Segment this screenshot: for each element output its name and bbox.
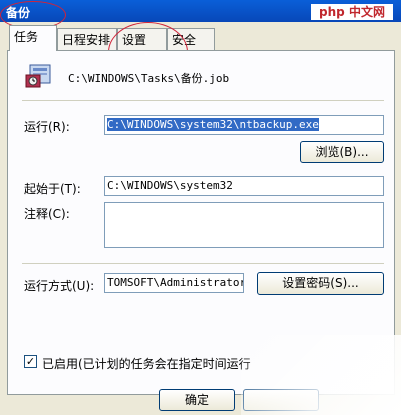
- separator-middle: [22, 263, 384, 264]
- task-file-path: C:\WINDOWS\Tasks\备份.job: [68, 72, 230, 85]
- enabled-checkbox[interactable]: ✓: [24, 355, 37, 368]
- comment-label: 注释(C):: [24, 207, 70, 221]
- separator-top: [22, 100, 384, 101]
- set-password-button[interactable]: 设置密码(S)...: [257, 272, 384, 295]
- enabled-label: 已启用(已计划的任务会在指定时间运行: [42, 357, 251, 371]
- ok-button[interactable]: 确定: [159, 389, 235, 411]
- tab-task[interactable]: 任务: [9, 25, 57, 51]
- start-in-input[interactable]: C:\WINDOWS\system32: [104, 176, 384, 196]
- run-label: 运行(R):: [24, 120, 70, 134]
- corner-fade-overlay: [241, 335, 401, 415]
- run-as-input[interactable]: TOMSOFT\Administrator: [104, 273, 244, 293]
- comment-textarea[interactable]: [104, 202, 384, 248]
- watermark-logo: php 中文网: [311, 4, 393, 20]
- run-as-label: 运行方式(U):: [24, 279, 95, 293]
- browse-button[interactable]: 浏览(B)...: [300, 141, 384, 163]
- start-in-label: 起始于(T):: [24, 182, 81, 196]
- run-input[interactable]: C:\WINDOWS\system32\ntbackup.exe: [104, 115, 384, 135]
- task-file-icon: [25, 64, 51, 88]
- run-input-value: C:\WINDOWS\system32\ntbackup.exe: [107, 118, 319, 131]
